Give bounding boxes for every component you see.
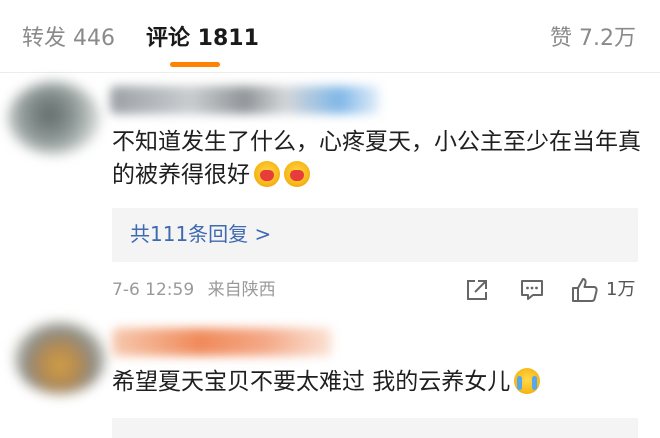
tabs-divider [0,72,660,73]
comment-text: 不知道发生了什么，心疼夏天，小公主至少在当年真的被养得很好 [112,126,647,192]
comment-icon [521,280,543,300]
comment-body: 希望夏天宝贝不要太难过 我的云养女儿 [112,369,511,395]
tab-likes[interactable]: 赞 7.2万 [550,24,636,54]
active-tab-indicator [170,62,220,67]
reply-button[interactable] [518,276,546,304]
avatar[interactable] [8,82,100,154]
view-replies-link[interactable]: 共111条回复 > [130,220,271,248]
like-count: 1万 [606,279,636,300]
heart-eyes-emoji-icon [254,161,280,187]
share-button[interactable] [463,276,491,304]
username-blurred[interactable] [110,86,380,114]
comment-time: 7-6 12:59 [112,280,195,300]
like-button[interactable]: 1万 [570,276,640,304]
comment-location: 来自陕西 [207,280,276,300]
replies-panel [112,418,638,438]
username-blurred[interactable] [112,328,332,356]
share-icon [467,280,487,300]
avatar[interactable] [14,322,106,394]
comment-meta: 7-6 12:59 来自陕西 [112,278,276,302]
crying-emoji-icon [514,368,541,394]
comment-body: 不知道发生了什么，心疼夏天，小公主至少在当年真的被养得很好 [112,129,641,188]
tab-comments[interactable]: 评论 1811 [146,24,259,54]
thumbs-up-icon [572,278,598,302]
heart-eyes-emoji-icon [284,161,310,187]
comment-text: 希望夏天宝贝不要太难过 我的云养女儿 [112,366,647,399]
comment-tabs-bar: 转发 446 评论 1811 赞 7.2万 [0,0,660,72]
tab-reposts[interactable]: 转发 446 [22,24,115,54]
replies-panel: 共111条回复 > [112,208,638,262]
